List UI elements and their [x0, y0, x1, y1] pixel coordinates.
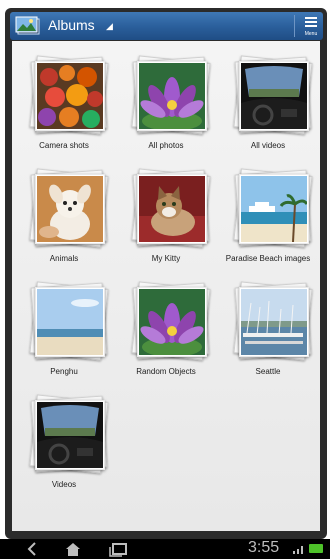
market-produce-photo [35, 61, 105, 131]
system-nav-bar: 3:55 [0, 539, 330, 559]
car-dashboard-photo [35, 400, 105, 470]
album-label: All videos [250, 141, 286, 150]
album-stack [29, 394, 109, 474]
album-stack [233, 55, 313, 135]
marina-boats-photo [239, 287, 309, 357]
recent-apps-icon[interactable] [108, 541, 128, 557]
album-camera-shots[interactable]: Camera shots [16, 43, 112, 153]
menu-label: Menu [304, 31, 318, 37]
album-stack [131, 55, 211, 135]
album-label: Camera shots [39, 141, 89, 150]
album-label: Penghu [50, 367, 78, 376]
albums-grid[interactable]: Camera shots All photos All videos Anima… [12, 41, 320, 531]
clock: 3:55 [248, 539, 280, 556]
album-stack [131, 281, 211, 361]
album-my-kitty[interactable]: My Kitty [118, 156, 214, 266]
album-label: My Kitty [151, 254, 181, 263]
album-stack [233, 281, 313, 361]
album-seattle[interactable]: Seattle [220, 269, 316, 379]
beach-sky-photo [35, 287, 105, 357]
action-bar: Albums ◢ Menu [10, 12, 323, 40]
menu-button[interactable]: Menu [300, 13, 322, 39]
album-stack [131, 168, 211, 248]
album-label: Paradise Beach images [225, 254, 311, 263]
dropdown-caret-icon[interactable]: ◢ [106, 21, 113, 32]
album-stack [29, 281, 109, 361]
album-animals[interactable]: Animals [16, 156, 112, 266]
menu-divider [294, 15, 295, 37]
signal-icon [293, 546, 303, 554]
white-puppy-photo [35, 174, 105, 244]
album-label: All photos [148, 141, 184, 150]
beach-cruise-ship-photo [239, 174, 309, 244]
album-label: Animals [49, 254, 79, 263]
menu-icon-bar [305, 25, 317, 27]
album-random-objects[interactable]: Random Objects [118, 269, 214, 379]
album-all-photos[interactable]: All photos [118, 43, 214, 153]
album-all-videos[interactable]: All videos [220, 43, 316, 153]
page-title[interactable]: Albums [48, 17, 95, 33]
menu-icon-bar [305, 21, 317, 23]
album-stack [29, 55, 109, 135]
album-label: Videos [51, 480, 77, 489]
purple-lotus-photo [137, 287, 207, 357]
album-paradise-beach-images[interactable]: Paradise Beach images [220, 156, 316, 266]
home-icon[interactable] [64, 541, 82, 557]
car-dashboard-photo [239, 61, 309, 131]
album-label: Seattle [255, 367, 281, 376]
menu-icon [305, 17, 317, 19]
battery-icon [309, 544, 323, 553]
back-icon[interactable] [26, 541, 38, 557]
album-label: Random Objects [136, 367, 196, 376]
kitten-photo [137, 174, 207, 244]
album-penghu[interactable]: Penghu [16, 269, 112, 379]
album-videos[interactable]: Videos [16, 382, 112, 492]
album-stack [233, 168, 313, 248]
album-stack [29, 168, 109, 248]
purple-lotus-photo [137, 61, 207, 131]
gallery-app-icon[interactable] [15, 16, 41, 36]
